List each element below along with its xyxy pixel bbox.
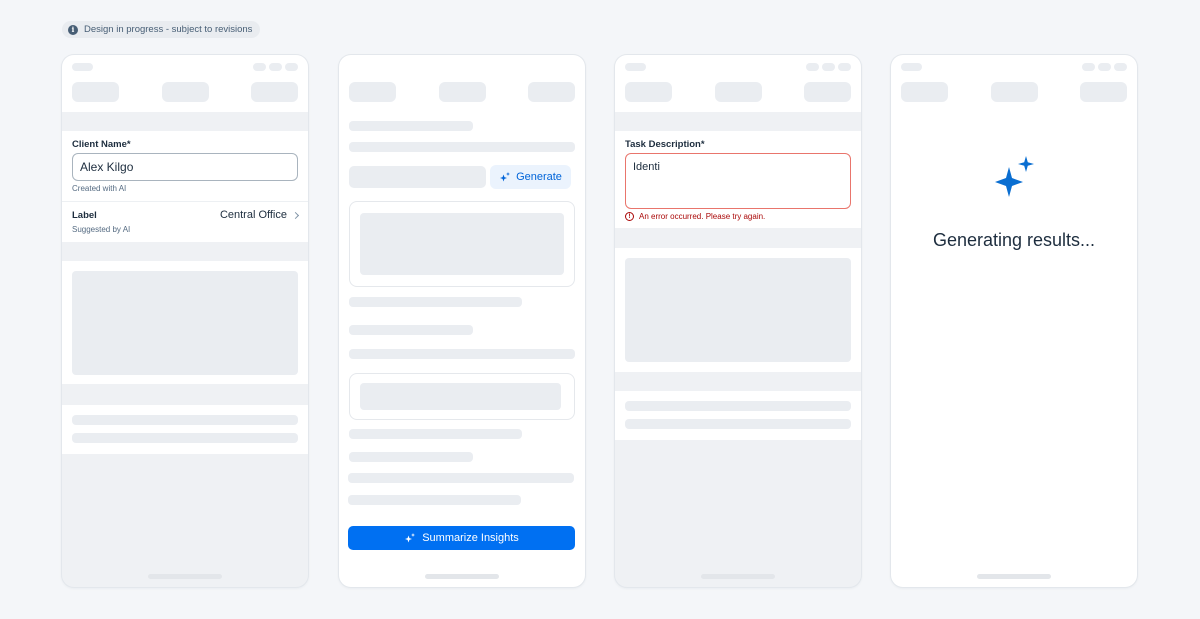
- skeleton-tab: [1080, 82, 1127, 102]
- list-skeleton: [615, 391, 861, 440]
- skeleton-tab: [625, 82, 672, 102]
- chevron-right-icon: [291, 211, 300, 219]
- home-indicator: [977, 574, 1051, 579]
- skeleton-bar: [349, 297, 522, 307]
- error-text: An error occurred. Please try again.: [639, 212, 766, 221]
- skeleton-block: [360, 383, 561, 410]
- skeleton-bar: [1114, 63, 1127, 71]
- skeleton-bar: [349, 121, 473, 131]
- form-section: Task Description* Identi ! An error occu…: [615, 131, 861, 228]
- task-description-input[interactable]: Identi: [625, 153, 851, 209]
- skeleton-input: [349, 166, 486, 188]
- home-indicator: [425, 574, 499, 579]
- home-indicator: [701, 574, 775, 579]
- skeleton-tab: [804, 82, 851, 102]
- content-skeleton-card: [615, 248, 861, 372]
- label-field-label: Label: [72, 210, 97, 221]
- design-status-badge: i Design in progress - subject to revisi…: [62, 21, 261, 38]
- skeleton-bar: [1098, 63, 1111, 71]
- client-name-helper: Created with AI: [72, 184, 127, 193]
- skeleton-bar: [269, 63, 282, 71]
- ai-sparkle-icon: [500, 172, 511, 182]
- screen-generating: Generating results...: [891, 55, 1137, 587]
- skeleton-card: [349, 373, 575, 420]
- skeleton-bar: [1082, 63, 1095, 71]
- skeleton-bar: [806, 63, 819, 71]
- skeleton-bar: [349, 452, 473, 462]
- screen-client-form: Client Name* Alex Kilgo Created with AI …: [62, 55, 308, 587]
- content-skeleton-card: [62, 261, 308, 384]
- home-indicator: [148, 574, 222, 579]
- skeleton-bar: [349, 325, 473, 335]
- skeleton-bar: [72, 433, 298, 443]
- summarize-insights-button[interactable]: Summarize Insights: [348, 526, 575, 550]
- client-name-label: Client Name*: [72, 139, 131, 150]
- screen-generate: Generate Summarize Insights: [339, 55, 585, 587]
- skeleton-tab: [251, 82, 298, 102]
- ai-sparkle-icon: [405, 533, 416, 543]
- skeleton-tab: [162, 82, 209, 102]
- label-helper: Suggested by AI: [72, 225, 131, 234]
- summarize-label: Summarize Insights: [422, 532, 519, 544]
- skeleton-tab: [72, 82, 119, 102]
- skeleton-tab: [901, 82, 948, 102]
- ai-sparkle-icon: [995, 156, 1034, 197]
- skeleton-bar: [822, 63, 835, 71]
- error-icon: !: [625, 212, 634, 221]
- skeleton-bar: [348, 495, 521, 505]
- header-skeleton: [62, 55, 308, 112]
- header-skeleton: [615, 55, 861, 112]
- skeleton-bar: [625, 401, 851, 411]
- info-icon: i: [68, 24, 78, 35]
- task-description-label: Task Description*: [625, 139, 705, 150]
- skeleton-bar: [349, 142, 575, 152]
- skeleton-block: [360, 213, 564, 275]
- divider: [62, 201, 308, 202]
- label-select[interactable]: Central Office: [219, 209, 300, 221]
- skeleton-bar: [625, 63, 646, 71]
- skeleton-bar: [285, 63, 298, 71]
- screen-error-state: Task Description* Identi ! An error occu…: [615, 55, 861, 587]
- label-value: Central Office: [219, 209, 287, 221]
- skeleton-block: [625, 258, 851, 362]
- skeleton-bar: [901, 63, 922, 71]
- skeleton-bar: [72, 63, 93, 71]
- generating-status-text: Generating results...: [932, 230, 1096, 250]
- skeleton-tab: [439, 82, 486, 102]
- skeleton-bar: [349, 349, 575, 359]
- skeleton-tab: [349, 82, 396, 102]
- generate-label: Generate: [516, 171, 562, 183]
- skeleton-bar: [348, 473, 574, 483]
- generate-button[interactable]: Generate: [490, 165, 571, 189]
- skeleton-tab: [991, 82, 1038, 102]
- list-skeleton: [62, 405, 308, 454]
- skeleton-bar: [72, 415, 298, 425]
- form-section: Client Name* Alex Kilgo Created with AI …: [62, 131, 308, 242]
- skeleton-bar: [253, 63, 266, 71]
- skeleton-block: [72, 271, 298, 375]
- skeleton-bar: [625, 419, 851, 429]
- client-name-input[interactable]: Alex Kilgo: [72, 153, 298, 181]
- skeleton-bar: [838, 63, 851, 71]
- skeleton-tab: [528, 82, 575, 102]
- skeleton-card: [349, 201, 575, 287]
- banner-text: Design in progress - subject to revision…: [84, 24, 253, 35]
- skeleton-bar: [349, 429, 522, 439]
- error-message: ! An error occurred. Please try again.: [625, 212, 765, 221]
- skeleton-tab: [715, 82, 762, 102]
